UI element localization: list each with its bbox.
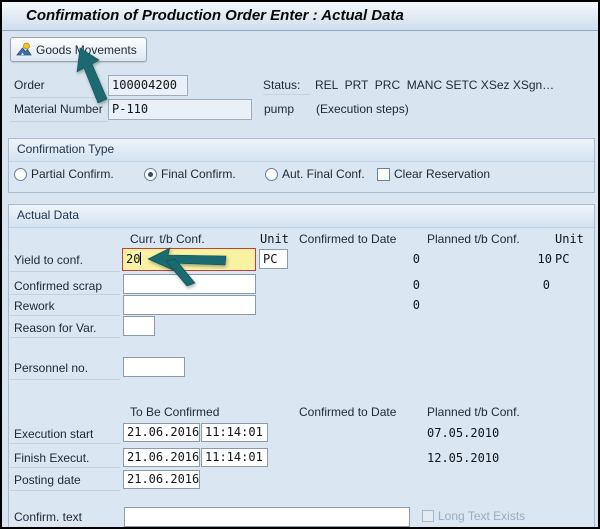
execution-start-date-field[interactable]: 21.06.2016 <box>123 423 200 442</box>
sap-window: Confirmation of Production Order Enter :… <box>0 0 600 529</box>
radio-aut-final-conf-label[interactable]: Aut. Final Conf. <box>282 167 365 181</box>
execution-start-planned: 07.05.2010 <box>427 426 499 440</box>
radio-partial-confirm-label[interactable]: Partial Confirm. <box>31 167 114 181</box>
material-description: pump <box>264 102 294 116</box>
row-separator <box>10 467 120 468</box>
personnel-label: Personnel no. <box>14 361 88 375</box>
execution-start-time-field[interactable]: 11:14:01 <box>201 423 268 442</box>
col-header-unit2: Unit <box>555 232 584 246</box>
scrap-confirmed-to-date: 0 <box>332 278 420 292</box>
row-separator <box>10 271 120 272</box>
actual-data-title: Actual Data <box>17 208 79 222</box>
row-separator <box>10 379 120 380</box>
long-text-exists-label: Long Text Exists <box>438 509 525 523</box>
yield-planned-unit: PC <box>555 252 569 266</box>
finish-execution-time-field[interactable]: 11:14:01 <box>201 448 268 467</box>
finish-execution-planned: 12.05.2010 <box>427 451 499 465</box>
col-header-confirmed-to-date: Confirmed to Date <box>299 232 396 246</box>
radio-final-confirm-label[interactable]: Final Confirm. <box>161 167 236 181</box>
yield-planned: 10 <box>462 252 552 266</box>
row-separator <box>10 294 120 295</box>
clear-reservation-label[interactable]: Clear Reservation <box>394 167 490 181</box>
posting-date-label: Posting date <box>14 473 81 487</box>
confirmation-type-group: Confirmation Type <box>8 138 595 193</box>
annotation-arrow-yield-field <box>142 242 242 292</box>
row-separator <box>10 490 120 491</box>
long-text-exists-checkbox <box>422 510 434 522</box>
goods-movement-icon <box>16 42 32 57</box>
radio-aut-final-conf[interactable] <box>265 168 278 181</box>
reason-for-var-label: Reason for Var. <box>14 321 97 335</box>
rework-label: Rework <box>14 299 55 313</box>
personnel-input[interactable] <box>123 357 185 377</box>
yield-unit-field[interactable]: PC <box>259 249 288 269</box>
annotation-arrow-goods-movements <box>60 42 132 112</box>
confirmation-type-title: Confirmation Type <box>17 142 114 156</box>
scrap-label: Confirmed scrap <box>14 279 102 293</box>
date-header-planned-tb-conf: Planned t/b Conf. <box>427 405 520 419</box>
col-header-unit: Unit <box>260 232 289 246</box>
status-underline <box>263 94 310 95</box>
yield-label: Yield to conf. <box>14 253 83 267</box>
row-separator <box>10 121 108 122</box>
date-header-confirmed-to-date: Confirmed to Date <box>299 405 396 419</box>
row-separator <box>10 315 120 316</box>
title-bar: Confirmation of Production Order Enter :… <box>2 2 598 31</box>
status-label: Status: <box>263 78 300 92</box>
status-value: REL PRT PRC MANC SETC XSez XSgn… <box>315 78 554 92</box>
actual-data-header: Actual Data <box>9 205 594 228</box>
reason-for-var-input[interactable] <box>123 316 155 336</box>
radio-partial-confirm[interactable] <box>14 168 27 181</box>
confirm-text-input[interactable] <box>124 507 410 527</box>
order-label: Order <box>14 78 45 92</box>
confirm-text-label: Confirm. text <box>14 510 82 524</box>
posting-date-field[interactable]: 21.06.2016 <box>123 470 200 489</box>
execution-start-label: Execution start <box>14 427 93 441</box>
finish-execution-label: Finish Execut. <box>14 451 89 465</box>
rework-confirmed-to-date: 0 <box>332 298 420 312</box>
clear-reservation-checkbox[interactable] <box>377 168 390 181</box>
rework-input[interactable] <box>123 295 256 315</box>
radio-final-confirm[interactable] <box>144 168 157 181</box>
scrap-planned: 0 <box>462 278 550 292</box>
confirmation-type-header: Confirmation Type <box>9 139 594 162</box>
finish-execution-date-field[interactable]: 21.06.2016 <box>123 448 200 467</box>
row-separator <box>10 337 120 338</box>
date-header-to-be-confirmed: To Be Confirmed <box>130 405 219 419</box>
col-header-planned-tb-conf: Planned t/b Conf. <box>427 232 520 246</box>
material-note: (Execution steps) <box>316 102 409 116</box>
yield-value: 20 <box>126 252 140 266</box>
page-title: Confirmation of Production Order Enter :… <box>26 2 404 30</box>
row-separator <box>10 443 120 444</box>
yield-confirmed-to-date: 0 <box>332 252 420 266</box>
